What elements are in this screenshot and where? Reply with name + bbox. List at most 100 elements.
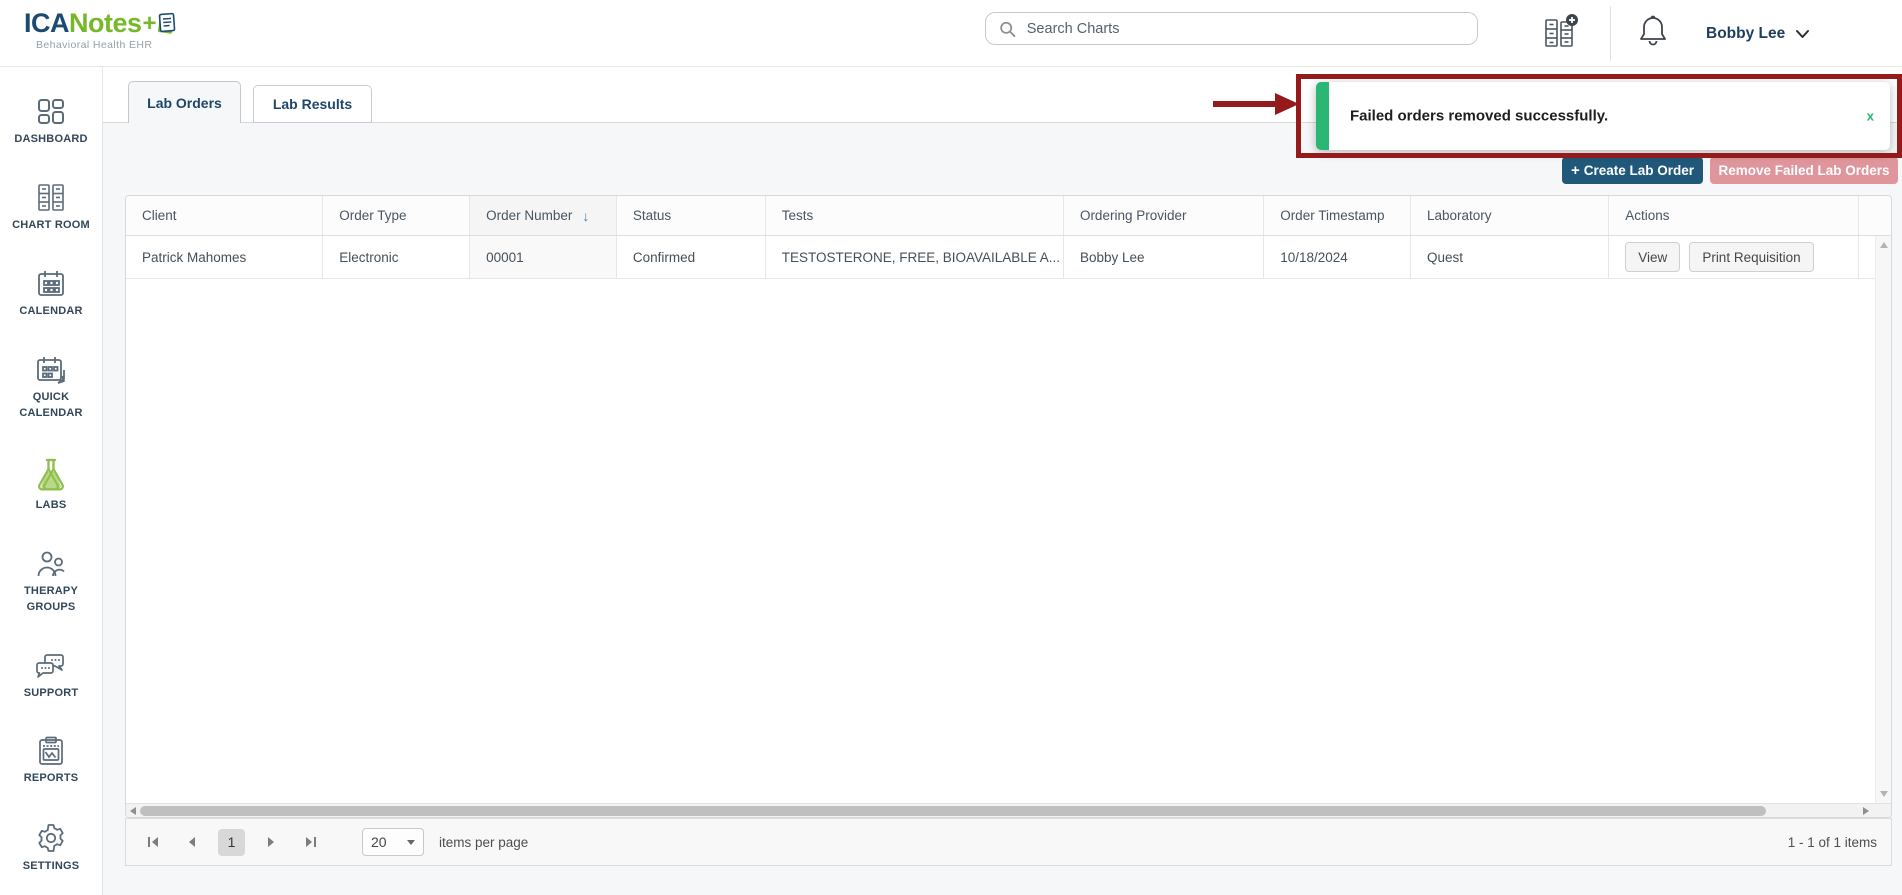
tab-lab-results[interactable]: Lab Results <box>253 85 372 123</box>
column-label: Order Timestamp <box>1280 208 1384 223</box>
sidebar-item-reports[interactable]: REPORTS <box>3 736 99 787</box>
toast-message: Failed orders removed successfully. <box>1350 108 1608 125</box>
cell-ordering-provider: Bobby Lee <box>1064 236 1264 278</box>
next-page-button[interactable] <box>258 829 284 855</box>
user-menu[interactable]: Bobby Lee <box>1706 0 1810 67</box>
calendar-icon <box>35 269 67 299</box>
create-lab-order-button[interactable]: + Create Lab Order <box>1562 157 1703 184</box>
sidebar-item-dashboard[interactable]: DASHBOARD <box>3 97 99 148</box>
support-chat-icon <box>35 651 67 681</box>
top-header-bar: ICANotes+ Behavioral Health EHR <box>0 0 1902 67</box>
cell-text: Confirmed <box>633 250 695 265</box>
sidebar-item-quick-calendar[interactable]: QUICK CALENDAR <box>3 355 99 422</box>
plus-icon: + <box>1571 162 1580 179</box>
page-number-button[interactable]: 1 <box>218 829 245 856</box>
bell-icon <box>1638 13 1668 49</box>
notifications-button[interactable] <box>1638 13 1670 51</box>
sidebar-label: REPORTS <box>24 771 79 787</box>
sidebar-label: SETTINGS <box>23 859 80 875</box>
pager-bar: 1 20 items per page 1 - 1 of 1 items <box>125 818 1892 866</box>
chevron-down-icon <box>1795 29 1810 39</box>
sidebar-item-settings[interactable]: SETTINGS <box>3 822 99 875</box>
sidebar-label: CALENDAR <box>19 304 82 320</box>
cell-text: 10/18/2024 <box>1280 250 1348 265</box>
column-header-order-timestamp[interactable]: Order Timestamp <box>1264 196 1411 235</box>
vertical-scrollbar[interactable] <box>1875 236 1891 803</box>
logo-text-notes: Notes <box>69 8 142 39</box>
quick-calendar-icon <box>35 355 67 385</box>
page-number: 1 <box>228 834 236 850</box>
column-label: Order Type <box>339 208 406 223</box>
cell-laboratory: Quest <box>1411 236 1609 278</box>
cell-client: Patrick Mahomes <box>126 236 323 278</box>
sidebar-label: DASHBOARD <box>14 132 87 148</box>
sidebar-nav: DASHBOARD CHART ROOM CALENDAR <box>0 67 103 895</box>
tab-label: Lab Results <box>273 96 352 112</box>
previous-page-icon <box>187 836 197 848</box>
reports-icon <box>35 736 67 766</box>
labs-flask-icon <box>34 457 68 493</box>
cell-actions: View Print Requisition <box>1609 236 1859 278</box>
column-label: Order Number <box>486 208 572 223</box>
toast-close-button[interactable]: x <box>1867 109 1874 124</box>
scroll-left-icon[interactable] <box>130 807 136 815</box>
sidebar-item-therapy-groups[interactable]: THERAPY GROUPS <box>3 549 99 616</box>
horizontal-scrollbar[interactable] <box>126 803 1891 817</box>
column-label: Actions <box>1625 208 1669 223</box>
horizontal-scroll-thumb[interactable] <box>140 806 1766 816</box>
previous-page-button[interactable] <box>179 829 205 855</box>
grid-header-row: Client Order Type Order Number ↓ Status … <box>126 196 1891 236</box>
column-header-ordering-provider[interactable]: Ordering Provider <box>1064 196 1264 235</box>
search-charts-box <box>985 12 1478 45</box>
column-header-order-type[interactable]: Order Type <box>323 196 470 235</box>
remove-failed-lab-orders-button[interactable]: Remove Failed Lab Orders <box>1710 157 1898 184</box>
next-page-icon <box>266 836 276 848</box>
view-button[interactable]: View <box>1625 242 1680 272</box>
cell-status: Confirmed <box>617 236 766 278</box>
sidebar-label: QUICK CALENDAR <box>3 390 99 422</box>
cell-text: 00001 <box>486 250 524 265</box>
scroll-down-icon[interactable] <box>1880 791 1888 797</box>
last-page-button[interactable] <box>297 829 323 855</box>
column-label: Status <box>633 208 671 223</box>
column-header-tests[interactable]: Tests <box>766 196 1064 235</box>
header-divider <box>1610 6 1611 61</box>
dropdown-caret-icon <box>407 840 415 845</box>
cell-order-number: 00001 <box>470 236 617 278</box>
scroll-up-icon[interactable] <box>1880 242 1888 248</box>
cell-order-type: Electronic <box>323 236 470 278</box>
column-header-order-number[interactable]: Order Number ↓ <box>470 196 617 235</box>
search-icon <box>998 19 1017 39</box>
column-header-actions[interactable]: Actions <box>1609 196 1859 235</box>
add-chart-button[interactable] <box>1542 13 1580 53</box>
page-size-dropdown[interactable]: 20 <box>362 828 424 856</box>
first-page-button[interactable] <box>140 829 166 855</box>
print-requisition-button[interactable]: Print Requisition <box>1689 242 1813 272</box>
icanotes-logo: ICANotes+ Behavioral Health EHR <box>24 8 194 51</box>
cell-text: Quest <box>1427 250 1463 265</box>
cell-text: TESTOSTERONE, FREE, BIOAVAILABLE A... <box>782 250 1060 265</box>
scroll-right-icon[interactable] <box>1863 807 1869 815</box>
column-header-client[interactable]: Client <box>126 196 323 235</box>
cell-text: Electronic <box>339 250 398 265</box>
cell-text: Bobby Lee <box>1080 250 1145 265</box>
column-header-laboratory[interactable]: Laboratory <box>1411 196 1609 235</box>
sidebar-item-support[interactable]: SUPPORT <box>3 651 99 702</box>
chart-room-icon <box>35 183 67 213</box>
logo-text-ica: ICA <box>24 8 69 39</box>
sidebar-item-chart-room[interactable]: CHART ROOM <box>3 183 99 234</box>
tab-label: Lab Orders <box>147 95 222 111</box>
chart-cabinet-add-icon <box>1542 13 1580 53</box>
tab-lab-orders[interactable]: Lab Orders <box>128 81 241 123</box>
header-spacer <box>1859 196 1891 235</box>
column-label: Ordering Provider <box>1080 208 1187 223</box>
column-header-status[interactable]: Status <box>617 196 766 235</box>
page-size-value: 20 <box>371 834 387 850</box>
sidebar-label: SUPPORT <box>24 686 79 702</box>
sidebar-item-calendar[interactable]: CALENDAR <box>3 269 99 320</box>
table-row: Patrick Mahomes Electronic 00001 Confirm… <box>126 236 1891 279</box>
column-label: Tests <box>782 208 814 223</box>
search-input[interactable] <box>1027 21 1465 37</box>
sidebar-item-labs[interactable]: LABS <box>3 457 99 514</box>
dashboard-icon <box>35 97 67 127</box>
